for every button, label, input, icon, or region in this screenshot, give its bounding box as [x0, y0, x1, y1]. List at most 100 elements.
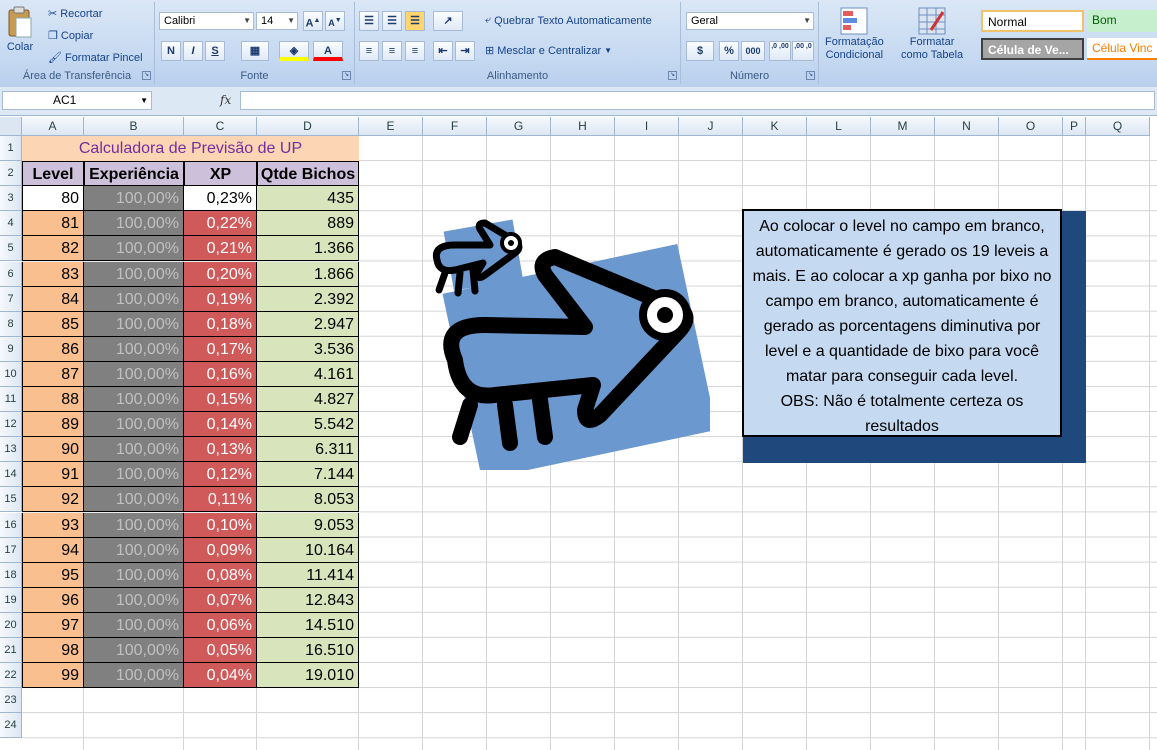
row-header-16[interactable]: 16: [0, 512, 22, 538]
bichos-cell[interactable]: 3.536: [257, 336, 359, 362]
align-middle-button[interactable]: ☰: [382, 11, 402, 31]
level-cell[interactable]: 96: [22, 587, 84, 613]
align-left-button[interactable]: ≡: [359, 41, 379, 61]
decrease-indent-button[interactable]: ⇤: [433, 41, 453, 61]
font-color-button[interactable]: A: [313, 41, 343, 61]
bichos-cell[interactable]: 889: [257, 211, 359, 237]
xp-cell[interactable]: 0,21%: [184, 236, 257, 262]
level-cell[interactable]: 94: [22, 537, 84, 563]
merge-center-button[interactable]: ⊞ Mesclar e Centralizar ▼: [485, 44, 612, 58]
cut-button[interactable]: ✂ Recortar: [48, 7, 102, 21]
align-top-button[interactable]: ☰: [359, 11, 379, 31]
column-header-J[interactable]: J: [679, 117, 743, 136]
column-header-L[interactable]: L: [807, 117, 871, 136]
bichos-cell[interactable]: 8.053: [257, 487, 359, 513]
format-as-table-button[interactable]: Formatar como Tabela: [901, 6, 963, 62]
percent-button[interactable]: %: [719, 41, 739, 61]
xp-cell[interactable]: 0,06%: [184, 612, 257, 638]
xp-cell[interactable]: 0,18%: [184, 311, 257, 337]
experience-cell[interactable]: 100,00%: [84, 537, 184, 563]
column-header-K[interactable]: K: [743, 117, 807, 136]
column-header-N[interactable]: N: [935, 117, 999, 136]
decrease-decimal-button[interactable]: ,00 ,0: [792, 41, 814, 61]
row-header-21[interactable]: 21: [0, 638, 22, 664]
style-normal[interactable]: Normal: [981, 10, 1084, 32]
level-cell[interactable]: 95: [22, 562, 84, 588]
number-format-select[interactable]: Geral ▼: [686, 12, 814, 30]
level-cell[interactable]: 84: [22, 286, 84, 312]
experience-cell[interactable]: 100,00%: [84, 612, 184, 638]
bichos-cell[interactable]: 435: [257, 186, 359, 212]
experience-cell[interactable]: 100,00%: [84, 437, 184, 463]
xp-cell[interactable]: 0,07%: [184, 587, 257, 613]
underline-button[interactable]: S: [205, 41, 225, 61]
orientation-button[interactable]: ↗: [433, 11, 463, 31]
bichos-cell[interactable]: 1.866: [257, 261, 359, 287]
shrink-font-button[interactable]: A▼: [325, 11, 345, 31]
row-header-1[interactable]: 1: [0, 136, 22, 162]
grow-font-button[interactable]: A▲: [303, 11, 323, 31]
xp-cell[interactable]: 0,14%: [184, 412, 257, 438]
column-header-C[interactable]: C: [184, 117, 257, 136]
header-cell[interactable]: XP: [184, 161, 257, 187]
font-launcher-icon[interactable]: ↘: [342, 71, 351, 80]
column-header-H[interactable]: H: [551, 117, 615, 136]
column-header-B[interactable]: B: [84, 117, 184, 136]
experience-cell[interactable]: 100,00%: [84, 186, 184, 212]
currency-button[interactable]: $: [686, 41, 714, 61]
column-header-F[interactable]: F: [423, 117, 487, 136]
xp-cell[interactable]: 0,17%: [184, 336, 257, 362]
bichos-cell[interactable]: 6.311: [257, 437, 359, 463]
experience-cell[interactable]: 100,00%: [84, 361, 184, 387]
thousands-button[interactable]: 000: [741, 41, 765, 61]
bichos-cell[interactable]: 4.161: [257, 361, 359, 387]
style-bom[interactable]: Bom: [1087, 10, 1157, 32]
level-cell[interactable]: 99: [22, 663, 84, 689]
level-cell[interactable]: 89: [22, 412, 84, 438]
xp-cell[interactable]: 0,16%: [184, 361, 257, 387]
column-header-I[interactable]: I: [615, 117, 679, 136]
row-header-19[interactable]: 19: [0, 587, 22, 613]
header-cell[interactable]: Level: [22, 161, 84, 187]
clipboard-launcher-icon[interactable]: ↘: [142, 71, 151, 80]
level-cell[interactable]: 97: [22, 612, 84, 638]
title-cell[interactable]: Calculadora de Previsão de UP: [22, 136, 359, 162]
column-header-Q[interactable]: Q: [1086, 117, 1150, 136]
row-header-24[interactable]: 24: [0, 713, 22, 739]
xp-cell[interactable]: 0,19%: [184, 286, 257, 312]
column-header-G[interactable]: G: [487, 117, 551, 136]
bichos-cell[interactable]: 7.144: [257, 462, 359, 488]
header-cell[interactable]: Qtde Bichos: [257, 161, 359, 187]
level-cell[interactable]: 98: [22, 638, 84, 664]
align-right-button[interactable]: ≡: [405, 41, 425, 61]
paste-button[interactable]: Colar: [6, 6, 34, 53]
row-header-23[interactable]: 23: [0, 688, 22, 714]
bichos-cell[interactable]: 14.510: [257, 612, 359, 638]
bichos-cell[interactable]: 2.392: [257, 286, 359, 312]
experience-cell[interactable]: 100,00%: [84, 512, 184, 538]
xp-cell[interactable]: 0,09%: [184, 537, 257, 563]
fx-icon[interactable]: fx: [220, 93, 231, 107]
experience-cell[interactable]: 100,00%: [84, 663, 184, 689]
xp-cell[interactable]: 0,05%: [184, 638, 257, 664]
row-header-11[interactable]: 11: [0, 387, 22, 413]
borders-button[interactable]: ▦: [241, 41, 269, 61]
experience-cell[interactable]: 100,00%: [84, 311, 184, 337]
experience-cell[interactable]: 100,00%: [84, 562, 184, 588]
column-header-P[interactable]: P: [1063, 117, 1086, 136]
increase-decimal-button[interactable]: ,0 ,00: [769, 41, 791, 61]
font-name-select[interactable]: Calibri ▼: [159, 12, 254, 30]
level-cell[interactable]: 90: [22, 437, 84, 463]
row-header-6[interactable]: 6: [0, 261, 22, 287]
xp-cell[interactable]: 0,08%: [184, 562, 257, 588]
bichos-cell[interactable]: 11.414: [257, 562, 359, 588]
row-header-14[interactable]: 14: [0, 462, 22, 488]
row-header-20[interactable]: 20: [0, 612, 22, 638]
bichos-cell[interactable]: 16.510: [257, 638, 359, 664]
experience-cell[interactable]: 100,00%: [84, 286, 184, 312]
row-header-18[interactable]: 18: [0, 562, 22, 588]
bold-button[interactable]: N: [161, 41, 181, 61]
bichos-cell[interactable]: 19.010: [257, 663, 359, 689]
column-header-O[interactable]: O: [999, 117, 1063, 136]
style-celula-vinculada[interactable]: Célula Vinc: [1087, 38, 1157, 60]
